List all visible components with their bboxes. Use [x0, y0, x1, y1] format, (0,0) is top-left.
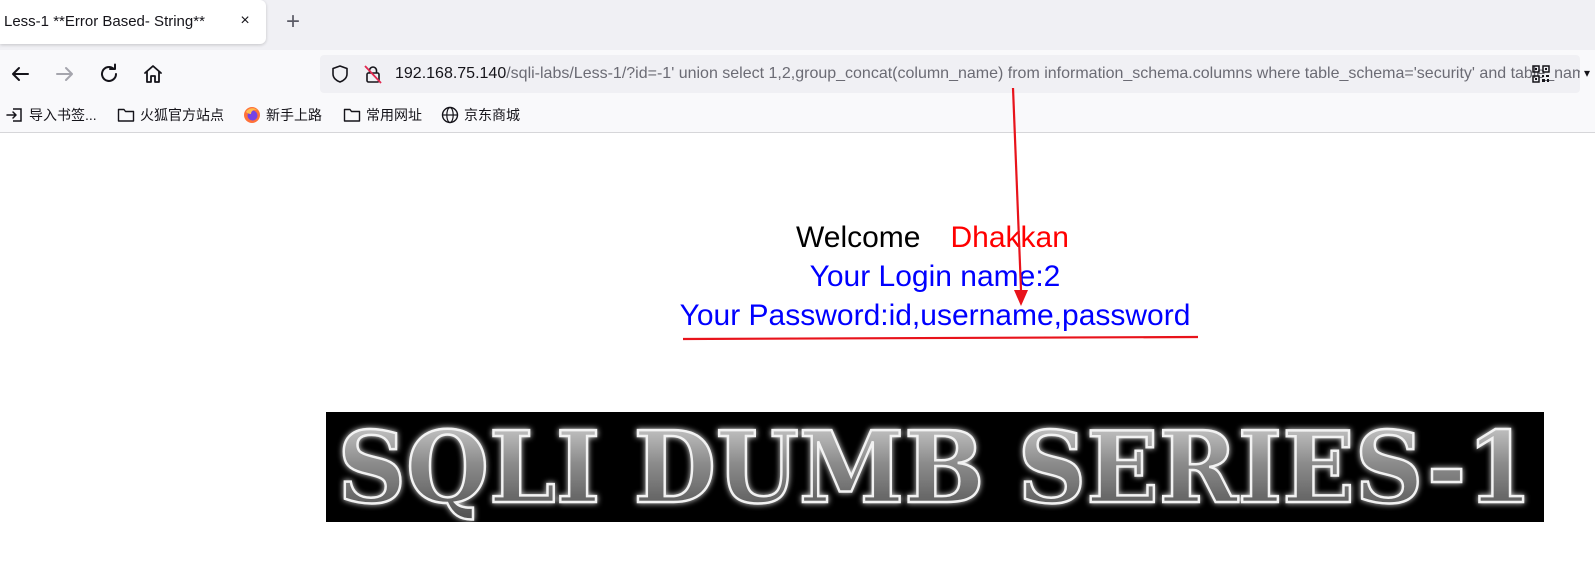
- folder-icon: [117, 108, 135, 122]
- bookmark-import[interactable]: 导入书签...: [6, 106, 97, 124]
- firefox-icon: [244, 107, 260, 123]
- tab-strip: Less-1 **Error Based- String** × +: [0, 0, 1595, 50]
- qr-code-icon[interactable]: [1532, 65, 1550, 83]
- home-icon: [144, 65, 162, 83]
- url-path: /sqli-labs/Less-1/?id=-1' union select 1…: [506, 65, 1580, 82]
- bookmark-getting-started[interactable]: 新手上路: [243, 106, 322, 124]
- welcome-text: Welcome: [796, 221, 921, 254]
- page-content: Welcome Dhakkan Your Login name:2 Your Pa…: [0, 133, 1595, 564]
- back-button[interactable]: [8, 62, 32, 86]
- bookmark-label: 常用网址: [366, 107, 422, 123]
- folder-icon: [343, 108, 361, 122]
- reload-button[interactable]: [97, 62, 121, 86]
- forward-arrow-icon: [56, 67, 73, 81]
- insecure-lock-icon[interactable]: [363, 64, 383, 84]
- tab-less-1[interactable]: Less-1 **Error Based- String** ×: [0, 0, 266, 44]
- navigation-toolbar: 192.168.75.140/sqli-labs/Less-1/?id=-1' …: [0, 50, 1595, 98]
- forward-button[interactable]: [53, 62, 77, 86]
- bookmark-jd[interactable]: 京东商城: [441, 106, 520, 124]
- bookmark-label: 新手上路: [266, 107, 322, 123]
- reload-icon: [101, 63, 117, 82]
- url-text[interactable]: 192.168.75.140/sqli-labs/Less-1/?id=-1' …: [395, 65, 1580, 83]
- import-icon: [6, 108, 22, 122]
- bookmarks-toolbar: 导入书签... 火狐官方站点 新手上路 常用网址 京东商城: [0, 98, 1595, 133]
- home-button[interactable]: [141, 62, 165, 86]
- bookmark-label: 京东商城: [464, 107, 520, 123]
- bookmark-label: 火狐官方站点: [140, 107, 224, 123]
- password-result: Your Password:id,username,password: [679, 299, 1191, 332]
- close-icon[interactable]: ×: [236, 12, 254, 30]
- sqli-dumb-series-banner: SQLI DUMB SERIES-1: [326, 412, 1544, 522]
- tab-title: Less-1 **Error Based- String**: [4, 13, 205, 30]
- welcome-line: Welcome Dhakkan: [796, 221, 1069, 255]
- welcome-name: Dhakkan: [950, 221, 1069, 254]
- banner-logo-image: SQLI DUMB SERIES-1: [336, 412, 1534, 522]
- shield-icon[interactable]: [330, 64, 350, 84]
- address-bar[interactable]: 192.168.75.140/sqli-labs/Less-1/?id=-1' …: [320, 55, 1580, 93]
- login-name-result: Your Login name:2: [809, 260, 1061, 293]
- globe-icon: [441, 106, 459, 124]
- bookmark-firefox-site[interactable]: 火狐官方站点: [117, 106, 224, 124]
- overflow-chevron-icon[interactable]: ▾: [1584, 66, 1590, 80]
- back-arrow-icon: [12, 67, 29, 81]
- url-host: 192.168.75.140: [395, 65, 507, 82]
- bookmark-common-sites[interactable]: 常用网址: [343, 106, 422, 124]
- bookmark-label: 导入书签...: [29, 107, 97, 123]
- new-tab-button[interactable]: +: [281, 10, 305, 34]
- banner-text: SQLI DUMB SERIES-1: [338, 412, 1533, 522]
